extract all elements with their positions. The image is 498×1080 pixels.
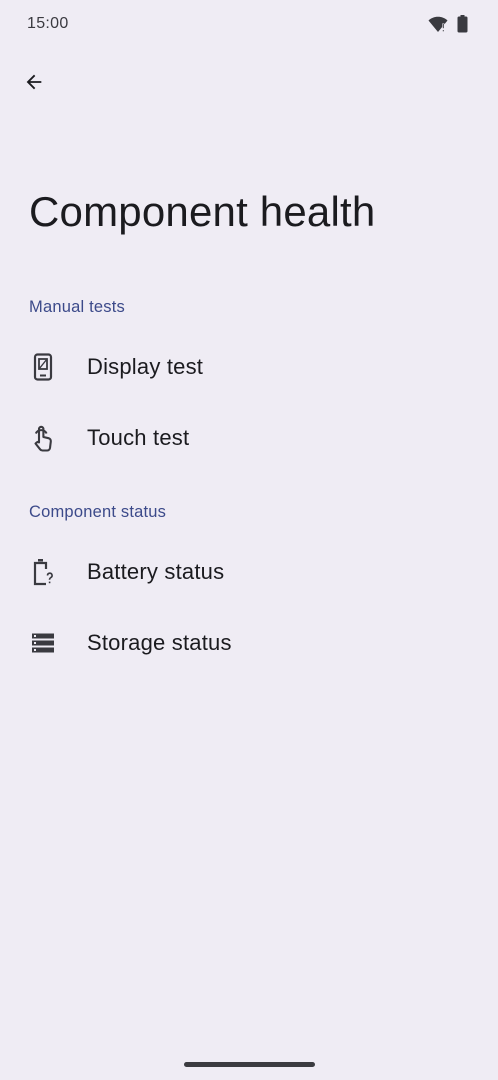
list-item-label: Touch test — [87, 425, 190, 450]
status-time: 15:00 — [27, 15, 69, 32]
arrow-back-icon — [23, 71, 45, 98]
section-header-component-status: Component status — [29, 503, 167, 521]
list-item-touch-test[interactable]: Touch test — [0, 403, 498, 473]
list-item-display-test[interactable]: Display test — [0, 332, 498, 402]
battery-unknown-icon — [29, 558, 57, 586]
list-item-label: Battery status — [87, 559, 225, 584]
section-header-manual-tests: Manual tests — [29, 298, 125, 316]
phone-display-icon — [29, 353, 57, 381]
list-item-battery-status[interactable]: Battery status — [0, 537, 498, 607]
gesture-nav-handle[interactable] — [184, 1062, 315, 1067]
status-bar: 15:00 — [0, 0, 498, 48]
list-item-label: Display test — [87, 354, 204, 379]
back-button[interactable] — [14, 64, 54, 104]
storage-icon — [29, 629, 57, 657]
battery-icon — [457, 15, 468, 33]
status-icons — [428, 15, 468, 33]
list-item-label: Storage status — [87, 630, 232, 655]
touch-hand-icon — [29, 424, 57, 452]
page-title: Component health — [29, 188, 376, 235]
wifi-alert-icon — [428, 15, 448, 33]
list-item-storage-status[interactable]: Storage status — [0, 608, 498, 678]
